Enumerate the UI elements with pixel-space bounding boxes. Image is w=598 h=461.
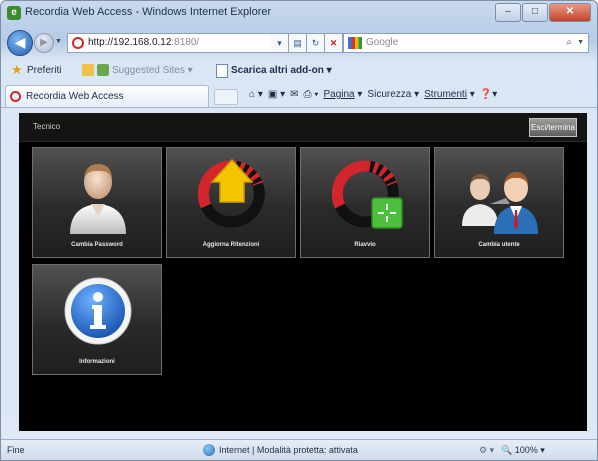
restart-icon: [331, 160, 403, 229]
suggested-sites-icon: [97, 64, 109, 76]
home-icon[interactable]: ⌂ ▾: [249, 89, 263, 100]
logout-button[interactable]: Esci/termina: [529, 118, 577, 137]
compatibility-view-icon[interactable]: ▤: [289, 33, 307, 53]
tile-label: Cambia Password: [71, 242, 123, 248]
forward-button[interactable]: ▶: [34, 33, 54, 53]
update-icon: [197, 158, 265, 228]
tab-recordia[interactable]: Recordia Web Access: [5, 85, 209, 107]
favorites-button[interactable]: Preferiti: [27, 65, 61, 76]
window-title: Recordia Web Access - Windows Internet E…: [25, 6, 272, 18]
favorites-star-icon[interactable]: ★: [11, 62, 23, 78]
minimize-button[interactable]: –: [495, 3, 521, 22]
tile-restart[interactable]: Riavvio: [300, 147, 430, 258]
feeds-icon[interactable]: ▣ ▾: [268, 89, 285, 100]
status-bar: Fine Internet | Modalità protetta: attiv…: [1, 439, 597, 460]
suggested-sites-link[interactable]: Suggested Sites ▾: [112, 65, 193, 76]
add-favorite-icon[interactable]: [82, 64, 94, 76]
print-icon[interactable]: ⎙ ▾: [303, 89, 318, 100]
address-bar[interactable]: http://192.168.0.12:8180/: [67, 33, 273, 53]
page-icon: [216, 64, 228, 78]
maximize-button[interactable]: □: [522, 3, 548, 22]
tile-update-retentions[interactable]: Aggiorna Ritenzioni: [166, 147, 296, 258]
web-content: Tecnico Esci/termina Cambia Password Agg…: [19, 113, 587, 431]
browser-window: e Recordia Web Access - Windows Internet…: [0, 0, 598, 461]
user-role-title: Tecnico: [33, 122, 61, 131]
close-button[interactable]: ✕: [549, 3, 591, 22]
page-menu[interactable]: Pagina ▾: [323, 89, 362, 100]
site-favicon-icon: [72, 37, 84, 49]
tab-favicon-icon: [10, 91, 21, 102]
tab-label: Recordia Web Access: [26, 91, 124, 102]
mail-icon[interactable]: ✉: [290, 89, 298, 100]
address-tools: ▾ ▤ ↻ ✕: [271, 33, 343, 53]
tools-menu[interactable]: Strumenti ▾: [424, 89, 475, 100]
url-host: http://192.168.0.12: [88, 37, 172, 48]
tile-switch-user[interactable]: Cambia utente: [434, 147, 564, 258]
google-logo-icon: [348, 37, 362, 49]
tile-label: Riavvio: [354, 242, 376, 248]
user-icon: [70, 164, 126, 234]
app-header: Tecnico Esci/termina: [19, 113, 587, 142]
title-bar: e Recordia Web Access - Windows Internet…: [1, 1, 597, 25]
internet-zone-icon: [203, 444, 215, 456]
security-menu[interactable]: Sicurezza ▾: [367, 89, 419, 100]
search-icon[interactable]: ⌕: [566, 34, 572, 52]
stop-icon[interactable]: ✕: [325, 33, 343, 53]
tile-label: Aggiorna Ritenzioni: [202, 242, 260, 248]
search-placeholder: Google: [366, 37, 399, 48]
favorites-bar: ★ Preferiti Suggested Sites ▾ Scarica al…: [1, 61, 597, 81]
tab-bar: Recordia Web Access ⌂ ▾ ▣ ▾ ✉ ⎙ ▾ Pagina…: [1, 83, 597, 108]
tile-information[interactable]: Informazioni: [32, 264, 162, 375]
ie-logo-icon: e: [7, 6, 21, 20]
tile-label: Cambia utente: [478, 242, 520, 248]
status-text: Fine: [7, 445, 25, 455]
back-button[interactable]: ◀: [7, 30, 33, 56]
search-box[interactable]: Google ⌕ ▼: [343, 33, 589, 53]
refresh-icon[interactable]: ↻: [307, 33, 325, 53]
protected-mode-icon[interactable]: ⚙ ▾: [479, 445, 494, 456]
new-tab-button[interactable]: [214, 89, 238, 105]
search-options-icon[interactable]: ▼: [577, 34, 584, 52]
security-zone[interactable]: Internet | Modalità protetta: attivata: [219, 445, 358, 455]
tile-label: Informazioni: [79, 359, 115, 365]
get-addons-link[interactable]: Scarica altri add-on ▾: [231, 65, 332, 76]
navigation-bar: ◀ ▶ ▼ http://192.168.0.12:8180/ ▾ ▤ ↻ ✕ …: [1, 27, 597, 57]
history-dropdown-icon[interactable]: ▼: [55, 38, 62, 45]
window-controls: – □ ✕: [495, 3, 591, 22]
address-dropdown-icon[interactable]: ▾: [271, 33, 289, 53]
zoom-level[interactable]: 🔍 100% ▾: [501, 445, 545, 456]
help-icon[interactable]: ❓▾: [480, 89, 497, 100]
tile-change-password[interactable]: Cambia Password: [32, 147, 162, 258]
url-port: :8180/: [171, 37, 200, 48]
command-bar: ⌂ ▾ ▣ ▾ ✉ ⎙ ▾ Pagina ▾ Sicurezza ▾ Strum…: [249, 89, 497, 100]
info-icon: [64, 277, 132, 345]
switch-user-icon: [462, 172, 538, 234]
